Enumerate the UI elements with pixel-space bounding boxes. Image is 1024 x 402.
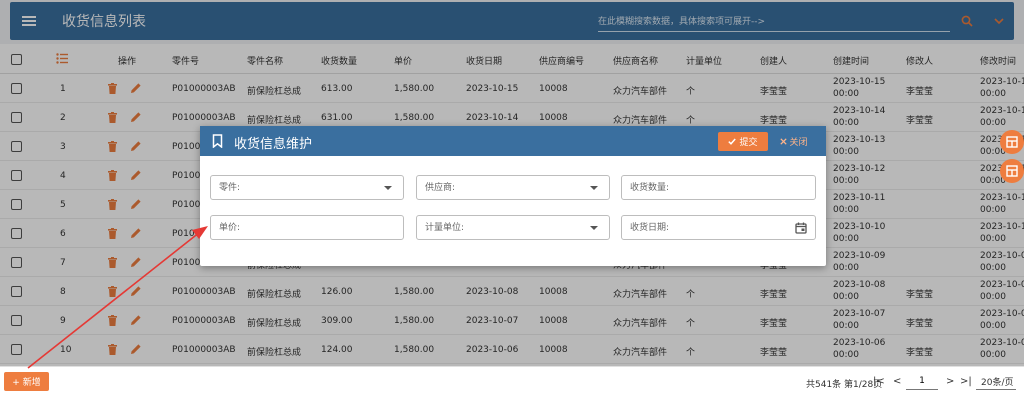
page-size-label: 20条/页 <box>981 377 1014 388</box>
close-icon <box>780 138 788 145</box>
dropdown-arrow-icon[interactable] <box>590 186 598 190</box>
price-field[interactable] <box>210 215 404 240</box>
first-page-button[interactable]: |< <box>873 376 885 387</box>
calendar-icon[interactable] <box>795 222 807 234</box>
part-select[interactable] <box>210 175 404 200</box>
supplier-select-input[interactable] <box>417 176 609 199</box>
price-input[interactable] <box>211 216 403 239</box>
dropdown-arrow-icon[interactable] <box>590 226 598 230</box>
next-page-button[interactable]: > <box>946 376 954 387</box>
page-summary: 共541条 第1/28页 <box>806 380 883 390</box>
unit-select-input[interactable] <box>417 216 609 239</box>
last-page-button[interactable]: >| <box>960 376 972 387</box>
page-size-select[interactable]: 20条/页 <box>976 373 1016 390</box>
dialog-header: 收货信息维护 提交 关闭 <box>200 126 826 156</box>
receipt-edit-dialog: 收货信息维护 提交 关闭 <box>200 126 826 266</box>
add-button[interactable]: + 新增 <box>4 372 49 391</box>
table-icon <box>1006 165 1018 177</box>
date-input[interactable] <box>622 216 815 239</box>
float-table-button-2[interactable] <box>1000 159 1024 183</box>
close-button[interactable]: 关闭 <box>774 132 814 151</box>
part-select-input[interactable] <box>211 176 403 199</box>
page-number-input[interactable] <box>906 373 938 390</box>
dialog-title: 收货信息维护 <box>234 137 313 152</box>
close-label: 关闭 <box>789 138 808 148</box>
supplier-select[interactable] <box>416 175 610 200</box>
float-table-button[interactable] <box>1000 130 1024 154</box>
qty-field[interactable] <box>621 175 816 200</box>
bookmark-icon <box>212 134 223 148</box>
submit-button[interactable]: 提交 <box>718 132 768 151</box>
date-field[interactable] <box>621 215 816 240</box>
check-icon <box>728 138 737 145</box>
submit-label: 提交 <box>739 138 758 148</box>
unit-select[interactable] <box>416 215 610 240</box>
table-icon <box>1006 136 1018 148</box>
prev-page-button[interactable]: < <box>893 376 901 387</box>
dropdown-arrow-icon[interactable] <box>384 186 392 190</box>
table-footer: + 新增 共541条 第1/28页 |< < > >| 20条/页 <box>0 366 1024 402</box>
qty-input[interactable] <box>622 176 815 199</box>
